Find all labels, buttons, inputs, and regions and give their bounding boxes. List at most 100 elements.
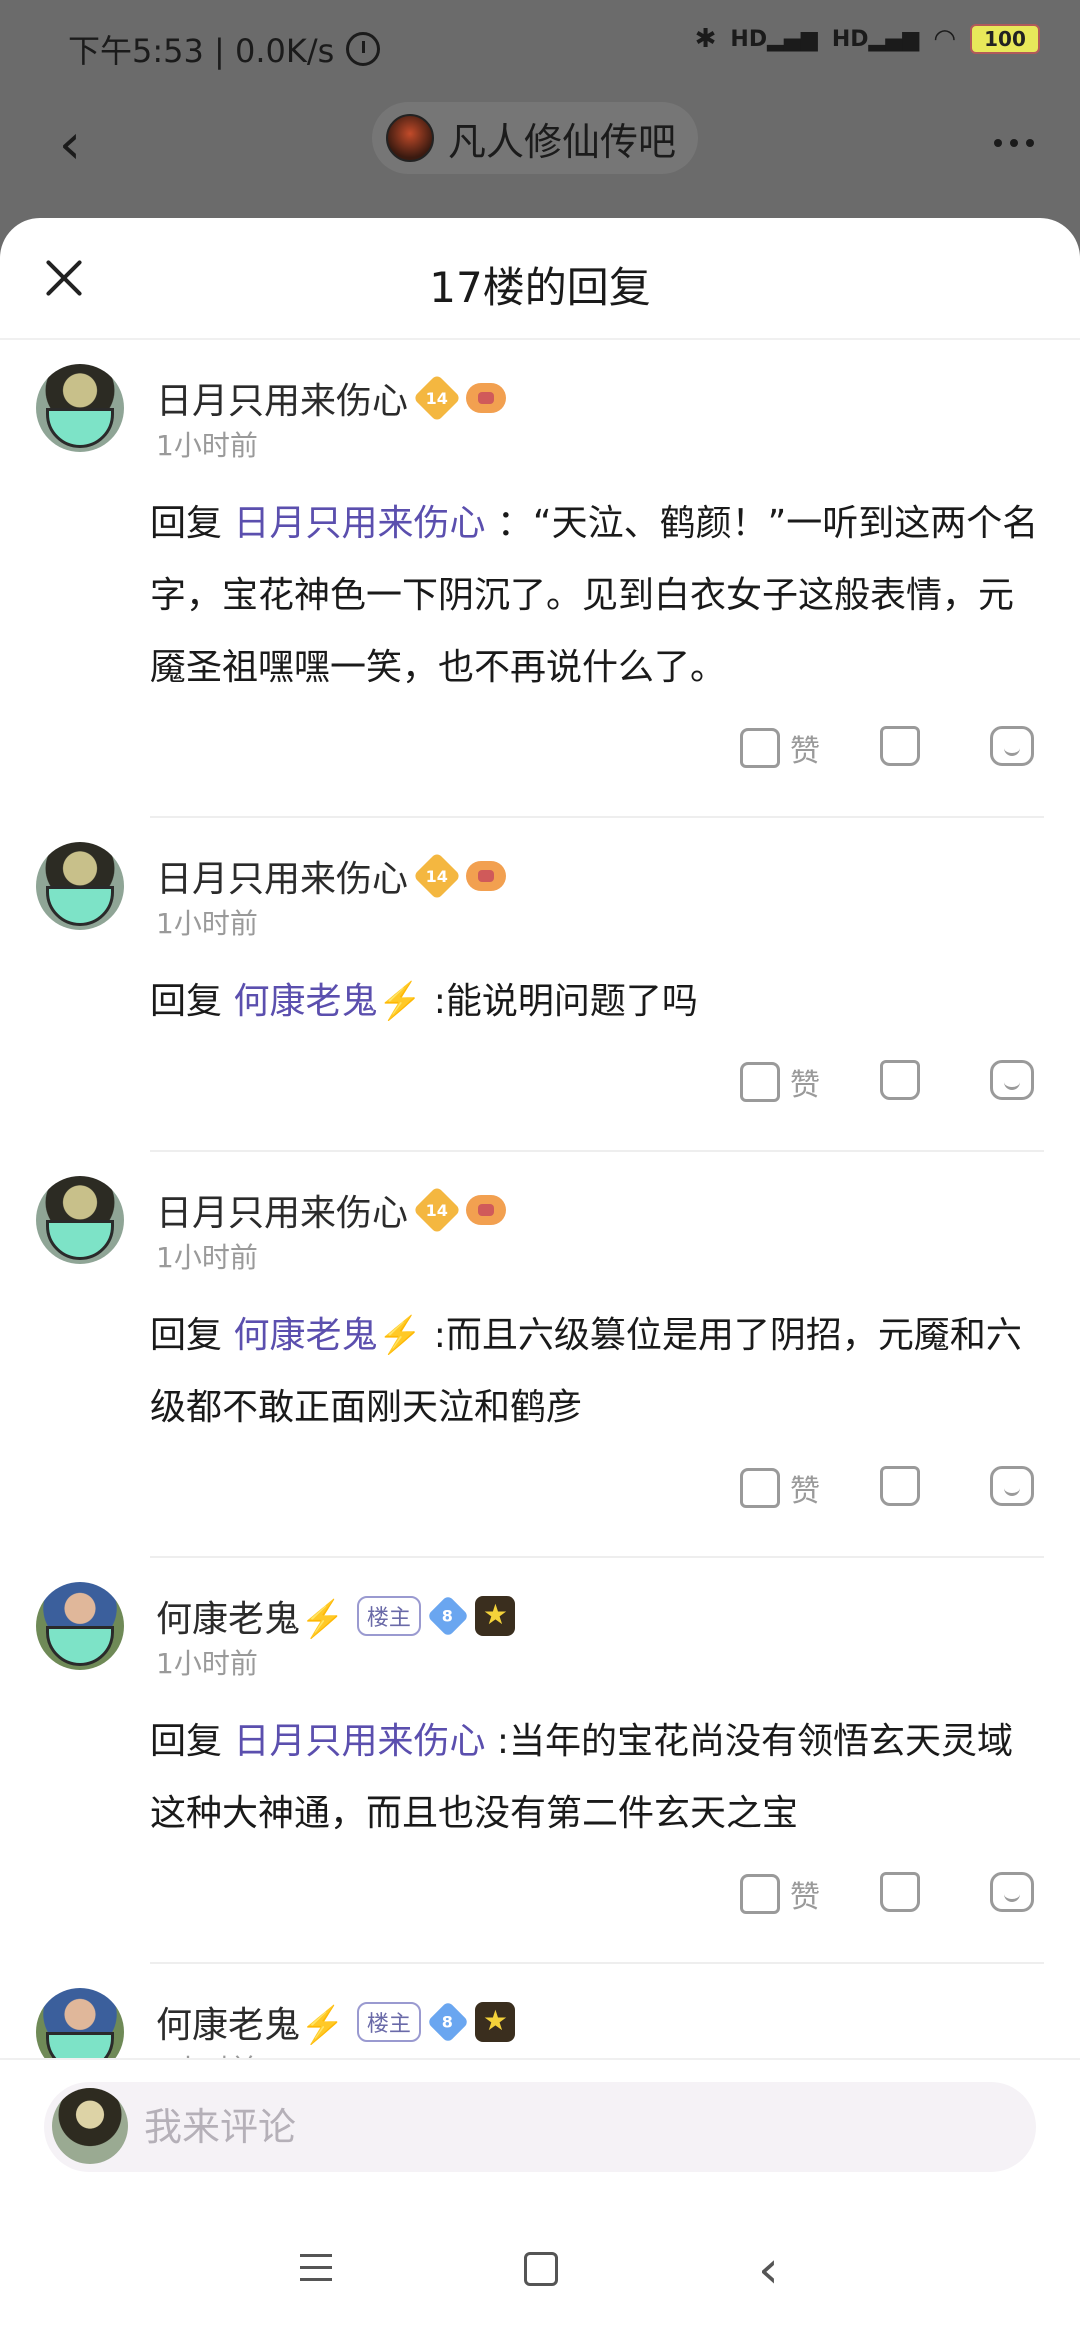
reply-button[interactable] bbox=[990, 1872, 1034, 1912]
username[interactable]: 日月只用来伤心 bbox=[156, 850, 408, 902]
dislike-button[interactable] bbox=[880, 1060, 920, 1100]
thumbs-up-icon bbox=[740, 1874, 780, 1914]
medal-icon bbox=[474, 2002, 515, 2042]
dislike-button[interactable] bbox=[880, 1872, 920, 1912]
more-dot bbox=[1010, 139, 1018, 147]
reply-button[interactable] bbox=[990, 726, 1034, 766]
gamepad-icon bbox=[466, 1195, 507, 1225]
mention-link[interactable]: 何康老鬼⚡️ bbox=[233, 981, 422, 1022]
reply-head: 何康老鬼⚡️ 楼主 8 bbox=[156, 1988, 1080, 2046]
battery-icon: 100 bbox=[970, 24, 1040, 54]
reply-body[interactable]: 回复 日月只用来伤心 ：“天泣、鹤颜！”一听到这两个名字，宝花神色一下阴沉了。见… bbox=[150, 488, 1044, 704]
like-button[interactable]: 赞 bbox=[740, 1060, 820, 1104]
comment-icon bbox=[990, 1872, 1034, 1912]
comment-icon bbox=[990, 726, 1034, 766]
comment-bar bbox=[0, 2058, 1080, 2210]
reply-body[interactable]: 回复 何康老鬼⚡️ :而且六级篡位是用了阴招，元魇和六级都不敢正面刚天泣和鹤彦 bbox=[150, 1300, 1044, 1444]
avatar[interactable] bbox=[36, 842, 124, 930]
username[interactable]: 日月只用来伤心 bbox=[156, 1184, 408, 1236]
back-icon[interactable]: ‹ bbox=[758, 2240, 779, 2300]
thumbs-down-icon bbox=[880, 726, 920, 766]
reply-actions: 赞 bbox=[0, 1444, 1080, 1556]
signal-icon-2: HD▂▄▆ bbox=[831, 26, 920, 52]
reply-time: 1小时前 bbox=[156, 2048, 1080, 2058]
gamepad-icon bbox=[466, 861, 507, 891]
reply-actions: 赞 bbox=[0, 704, 1080, 816]
reply-item: 何康老鬼⚡️ 楼主 8 1小时前 bbox=[0, 1964, 1080, 2058]
reply-button[interactable] bbox=[990, 1466, 1034, 1506]
reply-list[interactable]: 日月只用来伤心 14 1小时前 回复 日月只用来伤心 ：“天泣、鹤颜！”一听到这… bbox=[0, 340, 1080, 2058]
thumbs-up-icon bbox=[740, 728, 780, 768]
reply-actions: 赞 bbox=[0, 1850, 1080, 1962]
like-button[interactable]: 赞 bbox=[740, 726, 820, 770]
forum-name: 凡人修仙传吧 bbox=[448, 119, 677, 164]
dislike-button[interactable] bbox=[880, 1466, 920, 1506]
level-badge: 14 bbox=[412, 373, 462, 423]
reply-button[interactable] bbox=[990, 1060, 1034, 1100]
menu-icon[interactable] bbox=[300, 2254, 336, 2284]
status-bar: 下午5:53 | 0.0K/s ✱ HD▂▄▆ HD▂▄▆ ◠ 100 bbox=[0, 0, 1080, 96]
like-button[interactable]: 赞 bbox=[740, 1466, 820, 1510]
sheet-header: 17楼的回复 bbox=[0, 218, 1080, 340]
thumbs-down-icon bbox=[880, 1060, 920, 1100]
reply-head: 日月只用来伤心 14 bbox=[156, 842, 1080, 901]
like-button[interactable]: 赞 bbox=[740, 1872, 820, 1916]
level-badge: 8 bbox=[426, 2000, 470, 2044]
status-left: 下午5:53 | 0.0K/s bbox=[68, 26, 381, 72]
comment-icon bbox=[990, 1060, 1034, 1100]
reply-head: 何康老鬼⚡️ 楼主 8 bbox=[156, 1582, 1080, 1640]
op-badge: 楼主 bbox=[356, 1596, 421, 1636]
reply-time: 1小时前 bbox=[156, 1647, 258, 1680]
reply-body[interactable]: 回复 日月只用来伤心 :当年的宝花尚没有领悟玄天灵域这种大神通，而且也没有第二件… bbox=[150, 1706, 1044, 1850]
back-button[interactable]: ‹ bbox=[40, 111, 100, 177]
forum-avatar bbox=[386, 114, 434, 162]
reply-actions: 赞 bbox=[0, 1038, 1080, 1150]
thumbs-up-icon bbox=[740, 1062, 780, 1102]
mention-link[interactable]: 日月只用来伤心 bbox=[233, 503, 485, 544]
avatar bbox=[52, 2088, 128, 2164]
avatar[interactable] bbox=[36, 1176, 124, 1264]
level-badge: 14 bbox=[412, 1185, 462, 1235]
mention-link[interactable]: 日月只用来伤心 bbox=[233, 1721, 485, 1762]
avatar[interactable] bbox=[36, 364, 124, 452]
forum-header[interactable]: 凡人修仙传吧 bbox=[372, 102, 699, 174]
reply-time: 1小时前 bbox=[156, 429, 258, 462]
wifi-icon: ◠ bbox=[933, 24, 956, 54]
comment-input-pill[interactable] bbox=[44, 2082, 1036, 2172]
reply-body[interactable]: 回复 何康老鬼⚡️ :能说明问题了吗 bbox=[150, 966, 1044, 1038]
more-dot bbox=[1026, 139, 1034, 147]
status-time: 下午5:53 | 0.0K/s bbox=[68, 32, 335, 70]
status-right: ✱ HD▂▄▆ HD▂▄▆ ◠ 100 bbox=[695, 24, 1040, 54]
reply-head: 日月只用来伤心 14 bbox=[156, 364, 1080, 423]
dislike-button[interactable] bbox=[880, 726, 920, 766]
more-dot bbox=[994, 139, 1002, 147]
thumbs-down-icon bbox=[880, 1466, 920, 1506]
level-badge: 8 bbox=[426, 1594, 470, 1638]
sheet-title: 17楼的回复 bbox=[429, 263, 651, 312]
username[interactable]: 何康老鬼⚡️ bbox=[156, 1996, 345, 2048]
username[interactable]: 何康老鬼⚡️ bbox=[156, 1590, 345, 1642]
system-nav-bar: ‹ bbox=[0, 2210, 1080, 2340]
reply-item: 何康老鬼⚡️ 楼主 8 1小时前 回复 日月只用来伤心 :当年的宝花尚没有领悟玄… bbox=[0, 1558, 1080, 1964]
more-button[interactable] bbox=[984, 118, 1044, 168]
avatar[interactable] bbox=[36, 1988, 124, 2058]
gamepad-icon bbox=[466, 383, 507, 413]
medal-icon bbox=[474, 1596, 515, 1636]
alarm-icon bbox=[346, 32, 381, 66]
comment-input[interactable] bbox=[144, 2082, 1004, 2172]
comment-icon bbox=[990, 1466, 1034, 1506]
reply-time: 1小时前 bbox=[156, 907, 258, 940]
bluetooth-icon: ✱ bbox=[694, 24, 717, 54]
mention-link[interactable]: 何康老鬼⚡️ bbox=[233, 1315, 422, 1356]
thumbs-down-icon bbox=[880, 1872, 920, 1912]
reply-sheet: 17楼的回复 日月只用来伤心 14 1小时前 回复 日月只用来伤心 ：“天泣、鹤… bbox=[0, 218, 1080, 2210]
avatar[interactable] bbox=[36, 1582, 124, 1670]
chevron-left-icon: ‹ bbox=[58, 111, 82, 177]
reply-item: 日月只用来伤心 14 1小时前 回复 日月只用来伤心 ：“天泣、鹤颜！”一听到这… bbox=[0, 340, 1080, 818]
top-nav: ‹ 凡人修仙传吧 bbox=[0, 96, 1080, 226]
username[interactable]: 日月只用来伤心 bbox=[156, 372, 408, 424]
level-badge: 14 bbox=[412, 851, 462, 901]
home-icon[interactable] bbox=[524, 2252, 558, 2286]
signal-icon: HD▂▄▆ bbox=[730, 26, 818, 52]
reply-item: 日月只用来伤心 14 1小时前 回复 何康老鬼⚡️ :而且六级篡位是用了阴招，元… bbox=[0, 1152, 1080, 1558]
